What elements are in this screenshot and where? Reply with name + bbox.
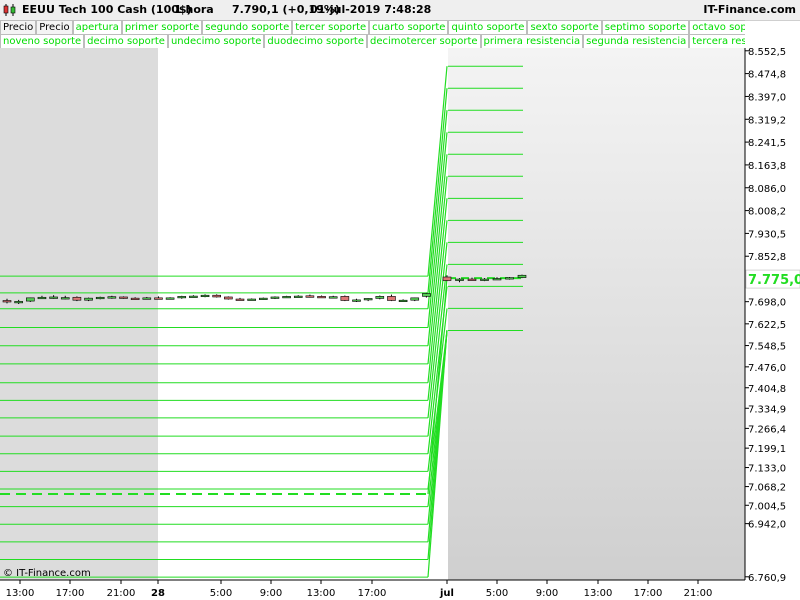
candle-body <box>84 297 93 301</box>
y-tick-label: 7.622,5 <box>748 320 786 331</box>
y-tick-label: 8.474,8 <box>748 70 786 81</box>
y-tick-label: 6.942,0 <box>748 520 786 531</box>
y-tick-label: 7.199,1 <box>748 444 786 455</box>
x-tick-label: 13:00 <box>307 588 336 599</box>
x-tick-label: 9:00 <box>536 588 558 599</box>
y-tick-label: 7.930,5 <box>748 229 786 240</box>
candle-body <box>258 297 268 300</box>
candle-body <box>410 297 420 301</box>
candle-body <box>165 297 175 300</box>
candle-body <box>189 295 198 298</box>
candle-body <box>363 298 373 301</box>
x-tick-label: 21:00 <box>684 588 713 599</box>
candle-body <box>142 297 152 300</box>
copyright-notice: © IT-Finance.com <box>3 568 91 579</box>
candle-body <box>95 296 105 300</box>
x-tick-label: 17:00 <box>358 588 387 599</box>
x-tick-label: 9:00 <box>260 588 282 599</box>
candle-body <box>480 278 489 281</box>
candle-body <box>270 296 280 299</box>
x-tick-label: 17:00 <box>56 588 85 599</box>
candle-body <box>177 296 187 299</box>
x-tick-label: 13:00 <box>584 588 613 599</box>
candle-body <box>2 300 12 303</box>
candle-body <box>352 299 361 302</box>
y-tick-label: 7.404,8 <box>748 384 786 395</box>
y-tick-label: 7.334,9 <box>748 404 786 415</box>
y-tick-label: 8.397,0 <box>748 92 786 103</box>
candle-body <box>328 296 338 299</box>
candle-body <box>235 298 245 301</box>
y-tick-label: 6.760,9 <box>748 573 786 584</box>
y-tick-label: 7.698,0 <box>748 298 786 309</box>
candle-body <box>305 295 315 298</box>
candle-body <box>200 294 210 298</box>
y-tick-label: 8.241,5 <box>748 138 786 149</box>
y-tick-label: 7.266,4 <box>748 424 786 435</box>
candle-body <box>492 278 502 281</box>
y-tick-label: 7.068,2 <box>748 483 786 494</box>
candle-body <box>212 294 221 298</box>
candle-body <box>37 296 47 300</box>
candle-body <box>317 296 326 299</box>
candle-body <box>107 296 117 299</box>
candle-body <box>375 296 385 299</box>
candle-body <box>467 278 477 281</box>
candle-body <box>505 277 514 280</box>
x-tick-label: 5:00 <box>210 588 232 599</box>
candle-body <box>72 296 82 301</box>
y-tick-label: 8.086,0 <box>748 184 786 195</box>
session-shade-right <box>448 48 745 580</box>
x-tick-label: 5:00 <box>486 588 508 599</box>
candle-body <box>14 301 23 304</box>
y-tick-label: 7.133,0 <box>748 464 786 475</box>
candle-body <box>60 297 70 300</box>
candle-body <box>455 278 464 281</box>
session-shade-left <box>0 48 158 580</box>
candle-body <box>282 296 291 299</box>
price-chart[interactable]: 8.552,5 8.474,8 8.397,0 8.319,2 8.241,5 8.163… <box>0 0 800 600</box>
candle-body <box>119 296 128 299</box>
candle-body <box>154 297 163 300</box>
y-tick-label: 7.004,5 <box>748 501 786 512</box>
y-tick-label: 7.852,8 <box>748 252 786 263</box>
candle-body <box>398 299 408 303</box>
y-tick-label: 8.319,2 <box>748 115 786 126</box>
session-plain <box>158 48 448 580</box>
candle-body <box>130 297 140 300</box>
y-tick-label: 7.548,5 <box>748 342 786 353</box>
y-tick-label: 8.163,8 <box>748 161 786 172</box>
candle-body <box>25 297 35 302</box>
y-tick-label: 8.552,5 <box>748 47 786 58</box>
candle-body <box>517 274 527 278</box>
candle-body <box>422 293 431 297</box>
x-tick-label: 13:00 <box>6 588 35 599</box>
candle-body <box>442 276 452 281</box>
x-tick-label: 28 <box>151 588 165 599</box>
candle-body <box>293 295 303 298</box>
candle-body <box>387 296 396 301</box>
y-tick-label: 8.008,2 <box>748 207 786 218</box>
x-tick-label: jul <box>439 588 454 599</box>
candle-body <box>49 296 58 299</box>
y-tick-label: 7.476,0 <box>748 363 786 374</box>
candle-body <box>247 298 256 301</box>
current-price-label: 7.775,0 <box>748 273 800 288</box>
x-tick-label: 17:00 <box>634 588 663 599</box>
x-tick-label: 21:00 <box>107 588 136 599</box>
candle-body <box>340 296 350 301</box>
candle-body <box>224 296 233 300</box>
